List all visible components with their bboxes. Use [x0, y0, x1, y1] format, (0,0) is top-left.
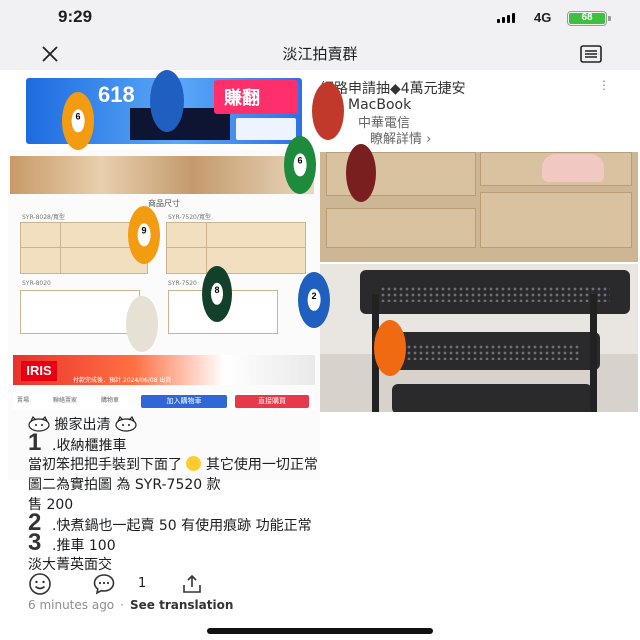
battery-icon: 68	[567, 11, 611, 26]
post-item-1: 1 .收納櫃推車	[28, 429, 618, 456]
add-to-cart-button: 加入購物車	[141, 395, 227, 408]
shelf-divider	[166, 247, 306, 248]
post-line: 圖二為實拍圖 為 SYR-7520 款	[28, 475, 618, 495]
buy-now-button: 直接購買	[235, 395, 309, 408]
post-item-3: 3 .推車 100	[28, 529, 618, 556]
item-text: 圖二為實拍圖 為 SYR-7520 款	[28, 477, 221, 493]
post-item-2: 2 .快煮鍋也一起賣 50 有使用痕跡 功能正常	[28, 511, 618, 535]
ball-sticker	[126, 296, 158, 352]
status-bar: 9:29 4G 68	[0, 0, 640, 36]
contact-seller-label: 聯絡賣家	[53, 397, 78, 404]
share-icon[interactable]	[180, 572, 204, 596]
shelf-model-3	[20, 290, 140, 334]
item-text: 其它使用一切正常	[205, 457, 318, 473]
item-number: 1	[28, 429, 42, 456]
menu-icon[interactable]	[579, 44, 603, 64]
comment-icon[interactable]	[92, 572, 116, 596]
ball-sticker: 9	[128, 206, 160, 264]
post-header-line: 搬家出清	[28, 415, 618, 435]
ball-sticker	[346, 144, 376, 202]
post-line: 售 200	[28, 495, 618, 515]
home-indicator[interactable]	[207, 628, 433, 634]
page-title: 淡江拍賣群	[282, 45, 358, 63]
signal-icon	[497, 13, 515, 23]
ad-options-icon[interactable]: ⋮	[598, 78, 610, 92]
ball-sticker: 2	[298, 272, 330, 328]
action-bar: 1	[28, 570, 228, 598]
cat-emoji-icon	[115, 415, 137, 432]
cart-label: 購物車	[101, 397, 120, 404]
shop-bar: 賣場 聯絡賣家 購物車 加入購物車 直接購買	[13, 393, 315, 409]
item-text: .收納櫃推車	[52, 438, 127, 454]
cart-leg	[590, 294, 597, 412]
cart-holes	[400, 344, 580, 360]
network-label: 4G	[534, 10, 552, 25]
status-time: 9:29	[58, 7, 93, 26]
ad-more-link[interactable]: 瞭解詳情 ›	[370, 128, 431, 147]
ball-sticker	[150, 70, 184, 132]
item-text: .推車 100	[52, 538, 116, 554]
shelf-photo-row	[10, 156, 314, 194]
shipping-note: 付款完成後．預計 2024/06/08 出貨	[73, 377, 172, 384]
cart-holes	[380, 286, 610, 302]
shop-icon-label: 賣場	[17, 397, 30, 404]
post-header: 搬家出清	[54, 417, 111, 433]
post-line: 當初笨把把手裝到下面了 其它使用一切正常	[28, 455, 618, 475]
ball-sticker	[312, 82, 344, 140]
time-ago: 6 minutes ago	[28, 598, 115, 612]
smiley-emoji-icon	[186, 456, 202, 471]
item-number: 3	[28, 529, 42, 556]
ad-text-block[interactable]: 網路申請抽◆4萬元捷安 特、MacBook 中華電信 瞭解詳情 › ⋮	[320, 78, 620, 148]
kettle-image	[542, 154, 604, 182]
comment-count: 1	[138, 576, 147, 591]
brand-strip: IRIS 付款完成後．預計 2024/06/08 出貨	[13, 355, 315, 385]
shelf-divider	[206, 222, 207, 274]
ad-tag-text: 賺翻	[224, 88, 260, 109]
post-meta: 6 minutes ago · See translation	[28, 598, 233, 612]
post-body: 搬家出清 1 .收納櫃推車 當初笨把把手裝到下面了 其它使用一切正常 圖二為實拍圖…	[28, 415, 618, 575]
cabinet-bottom-shelf	[480, 192, 632, 248]
item-text: 當初笨把把手裝到下面了	[28, 457, 182, 473]
shelf-label: SYR-7520	[168, 280, 197, 287]
ball-sticker	[374, 320, 406, 376]
meta-separator: ·	[120, 598, 124, 612]
ball-sticker: 8	[202, 266, 232, 322]
shelf-caption: 商品尺寸	[148, 199, 180, 208]
see-translation-link[interactable]: See translation	[130, 598, 233, 612]
cart-tray-bottom	[392, 384, 592, 412]
ad-banner-number: 618	[98, 82, 135, 107]
ball-sticker: 6	[62, 92, 94, 150]
item-text: .快煮鍋也一起賣 50 有使用痕跡 功能正常	[52, 518, 312, 534]
cabinet-bottom-shelf	[326, 208, 476, 248]
shelf-divider	[60, 222, 61, 274]
brand-logo: IRIS	[21, 361, 57, 381]
nav-bar: 淡江拍賣群	[0, 36, 640, 70]
ball-sticker: 6	[284, 136, 316, 194]
shelf-label: SYR-8028/寬型	[22, 214, 65, 221]
ad-tag: 賺翻	[214, 80, 298, 114]
shelf-label: SYR-8020	[22, 280, 51, 287]
shelf-model-2	[166, 222, 306, 274]
shelf-label: SYR-7520/寬型	[168, 214, 211, 221]
photo-cart[interactable]	[320, 264, 638, 412]
ad-bike-image	[236, 118, 296, 140]
battery-level: 68	[569, 13, 605, 24]
reaction-icon[interactable]	[28, 572, 52, 596]
